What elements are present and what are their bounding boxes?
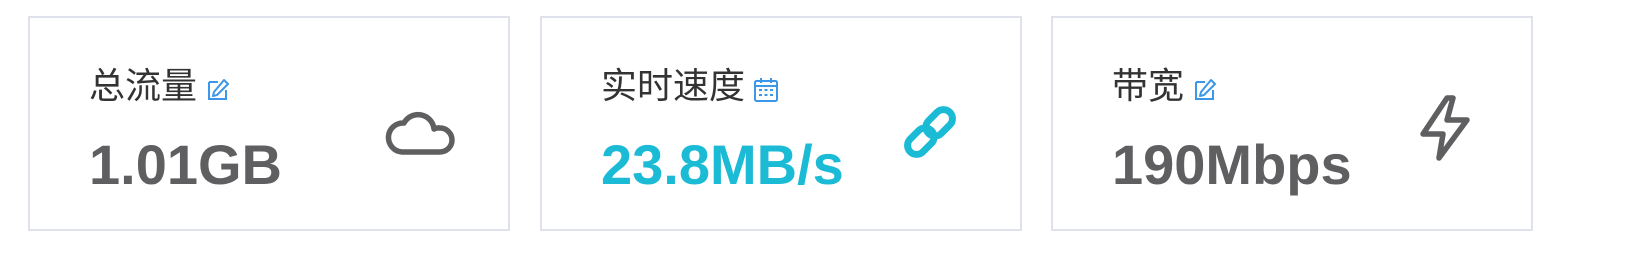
stat-label: 带宽: [1112, 66, 1185, 107]
stat-cards: 总流量 1.01GB 实时速度 23.8MB/s 带宽 190Mbps: [0, 0, 1625, 260]
stat-label: 实时速度: [601, 66, 746, 107]
stat-value: 23.8MB/s: [601, 133, 844, 196]
stat-label-row: 带宽: [1112, 65, 1218, 109]
stat-value: 190Mbps: [1112, 133, 1352, 196]
stat-value: 1.01GB: [89, 133, 282, 196]
stat-label-row: 总流量: [89, 65, 231, 109]
calendar-icon[interactable]: [753, 77, 779, 103]
stat-label-row: 实时速度: [601, 65, 779, 109]
stat-card-bandwidth: 带宽 190Mbps: [1051, 16, 1533, 231]
edit-icon[interactable]: [205, 77, 231, 103]
edit-icon[interactable]: [1192, 77, 1218, 103]
stat-card-total-traffic: 总流量 1.01GB: [28, 16, 510, 231]
stat-label: 总流量: [89, 66, 198, 107]
cloud-icon: [384, 96, 456, 168]
lightning-icon: [1409, 92, 1481, 164]
link-icon: [894, 96, 966, 168]
stat-card-realtime-speed: 实时速度 23.8MB/s: [540, 16, 1022, 231]
